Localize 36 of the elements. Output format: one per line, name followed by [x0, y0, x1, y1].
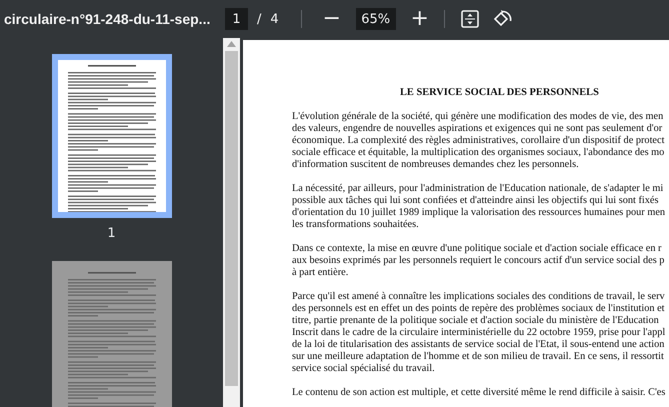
text-line: Parce qu'il est amené à connaître les implications sociales des conditions de travail, le serv [292, 291, 665, 303]
page-number-field[interactable]: 1 [225, 8, 248, 30]
zoom-out-button[interactable]: − [320, 8, 344, 30]
text-line: La nécessité, par ailleurs, pour l'administration de l'Education nationale, de s'adapter le mi [292, 183, 664, 195]
text-line: les transformations souhaitées. [292, 219, 419, 231]
rotate-icon[interactable] [492, 9, 513, 29]
scrollbar[interactable] [223, 38, 240, 407]
text-line: sur une meilleure adaptation de l'homme et de son milieu de travail. En ce sens, il ressortit [292, 351, 664, 363]
fit-page-icon[interactable] [460, 10, 479, 28]
text-line: à part entière. [292, 267, 348, 279]
zoom-level-field[interactable]: 65% [356, 8, 396, 30]
page-thumbnail[interactable] [52, 261, 172, 407]
text-line: Le contenu de son action est multiple, et cette diversité même le rend difficile à saisir. C'es [292, 387, 666, 399]
text-line: des valeurs, engendre de nouvelles aspirations et exigences qui ne sont pas seulement d'or [292, 123, 662, 135]
text-line: L'évolution générale de la société, qui génère une modification des modes de vie, des men [292, 111, 664, 123]
page-thumbnail[interactable] [52, 54, 172, 218]
text-line: possible aux tâches qui lui sont confiées et d'atteindre ainsi les objectifs qui lui sont fixés [292, 195, 658, 207]
text-line: de la loi de titularisation des assistants de service social de l'Etat, il sous-entend une action [292, 339, 664, 351]
text-line: service social spécialisé du travail. [292, 363, 435, 375]
page-number-label: 1 [107, 226, 116, 241]
page-separator: / [257, 12, 262, 26]
text-line: d'orientation du 10 juillet 1989 implique la valorisation des ressources humaines pour men [292, 207, 666, 219]
text-line: sociale efficace et équitable, la multiplication des organismes sociaux, l'abondance des mo [292, 147, 664, 159]
text-line: aux besoins exprimés par les personnels requiert le concours actif d'un service social des p [292, 255, 664, 267]
text-line: économique. La complexité des règles administratives, corollaire d'un dispositif de protect [292, 135, 664, 147]
page-count: 4 [270, 12, 279, 26]
text-line: d'information suscitent de nombreuses demandes chez les personnels. [292, 159, 579, 171]
text-line: Dans ce contexte, la mise en œuvre d'une politique sociale et d'action sociale efficace en r [292, 243, 662, 255]
text-line: Inscrit dans le cadre de la circulaire interministérielle du 22 octobre 1959, prise pour l'appl [292, 327, 666, 339]
text-line: des personnels est en effet un des points de repère des problèmes sociaux de l'institution et [292, 303, 665, 315]
document-heading: LE SERVICE SOCIAL DES PERSONNELS [400, 87, 599, 99]
zoom-in-button[interactable]: + [408, 8, 432, 30]
document-title: circulaire-n°91-248-du-11-sep... [4, 11, 212, 27]
text-line: titre, partie prenante de la politique sociale et d'action sociale du ministère de l'Education [292, 315, 659, 327]
scroll-up-icon[interactable] [227, 41, 236, 47]
scrollbar-thumb[interactable] [225, 51, 238, 386]
